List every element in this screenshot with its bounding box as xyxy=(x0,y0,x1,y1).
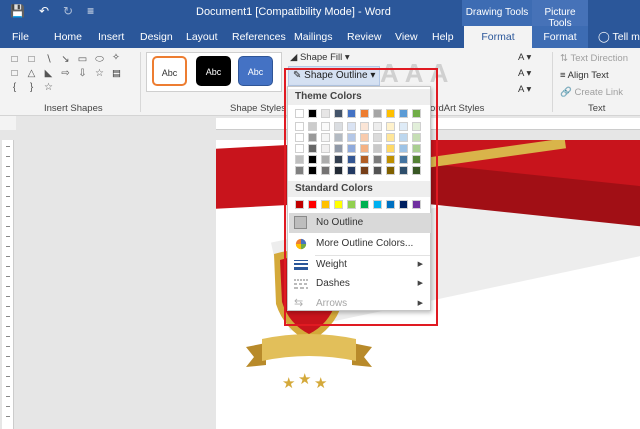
shape-styles-group-label: Shape Styles xyxy=(230,103,286,114)
ruler-tick xyxy=(6,306,10,307)
gold-ribbon-banner xyxy=(246,334,372,367)
tab-references[interactable]: References xyxy=(232,26,286,48)
undo-icon[interactable]: ↶ xyxy=(39,4,49,18)
text-effects-icon[interactable]: A ▾ xyxy=(518,84,531,95)
ruler-tick xyxy=(6,246,10,247)
tab-format-drawing[interactable]: Format xyxy=(464,26,532,48)
annotation-highlight xyxy=(284,68,438,326)
ruler-tick xyxy=(6,176,10,177)
brace-shape-icon[interactable]: { xyxy=(8,82,21,93)
vertical-textbox-shape-icon[interactable]: □ xyxy=(25,54,38,65)
star-small-shape-icon[interactable]: ☆ xyxy=(42,82,55,93)
rectangle-shape-icon[interactable]: ▭ xyxy=(76,54,89,65)
star-icon: ★ xyxy=(282,375,296,392)
create-link-button[interactable]: 🔗 Create Link xyxy=(560,87,623,98)
save-icon[interactable]: 💾 xyxy=(10,4,25,18)
ruler-tick xyxy=(6,256,10,257)
oval-shape-icon[interactable]: ⬭ xyxy=(93,54,106,65)
ruler-tick xyxy=(6,156,10,157)
text-outline-icon[interactable]: A ▾ xyxy=(518,68,531,79)
text-group-label: Text xyxy=(588,103,606,114)
ruler-tick xyxy=(6,326,10,327)
ruler-tick xyxy=(6,416,10,417)
align-text-button[interactable]: ≡ Align Text xyxy=(560,70,609,81)
redo-icon[interactable]: ↻ xyxy=(63,4,73,18)
star-icon: ★ xyxy=(314,375,328,392)
tab-insert[interactable]: Insert xyxy=(98,26,124,48)
textbox-shape-icon[interactable]: □ xyxy=(8,54,21,65)
vertical-ruler xyxy=(2,140,14,429)
ruler-tick xyxy=(6,386,10,387)
ruler-tab-selector[interactable] xyxy=(0,116,16,130)
ruler-tick xyxy=(6,166,10,167)
tab-view[interactable]: View xyxy=(395,26,418,48)
ruler-tick xyxy=(6,286,10,287)
title-bar: 💾 ↶ ↻ ≡ Document1 [Compatibility Mode] -… xyxy=(0,0,640,29)
shapes-gallery[interactable]: □ □ ∖ ↘ ▭ ⬭ □ △ ◣ ⇨ ⇩ ☆ { } ☆ xyxy=(8,54,108,93)
shape-style-black[interactable]: Abc xyxy=(196,56,231,86)
shape-style-blue[interactable]: Abc xyxy=(238,56,273,86)
ruler-tick xyxy=(6,316,10,317)
ruler-tick xyxy=(6,296,10,297)
ruler-tick xyxy=(6,346,10,347)
line-shape-icon[interactable]: ∖ xyxy=(42,54,55,65)
ruler-tick xyxy=(6,396,10,397)
ruler-tick xyxy=(6,226,10,227)
ruler-tick xyxy=(6,366,10,367)
quick-access-toolbar: 💾 ↶ ↻ ≡ xyxy=(10,4,94,18)
tab-help[interactable]: Help xyxy=(432,26,454,48)
ribbon-tabs: File Home Insert Design Layout Reference… xyxy=(0,26,640,48)
tell-me-search[interactable]: ◯ Tell m xyxy=(598,26,640,48)
square-shape-icon[interactable]: □ xyxy=(8,68,21,79)
paint-bucket-icon: ◢ xyxy=(290,52,298,63)
separator xyxy=(140,52,141,112)
ruler-tick xyxy=(6,186,10,187)
tab-mailings[interactable]: Mailings xyxy=(294,26,333,48)
edit-shape-icon[interactable]: ✧ xyxy=(112,52,120,63)
down-arrow-shape-icon[interactable]: ⇩ xyxy=(76,68,89,79)
ruler-tick xyxy=(6,236,10,237)
bracket-shape-icon[interactable]: } xyxy=(25,82,38,93)
ruler-tick xyxy=(6,266,10,267)
insert-shapes-group-label: Insert Shapes xyxy=(44,103,103,114)
ruler-tick xyxy=(6,406,10,407)
document-title: Document1 [Compatibility Mode] - Word xyxy=(196,6,391,18)
separator xyxy=(552,52,553,112)
arrow-line-shape-icon[interactable]: ↘ xyxy=(59,54,72,65)
ruler-tick xyxy=(6,196,10,197)
tab-review[interactable]: Review xyxy=(347,26,381,48)
ruler-tick xyxy=(6,216,10,217)
tab-file[interactable]: File xyxy=(12,26,29,48)
ruler-tick xyxy=(6,376,10,377)
tab-format-picture[interactable]: Format xyxy=(532,26,588,48)
drawing-tools-header: Drawing Tools xyxy=(462,0,532,26)
triangle-shape-icon[interactable]: △ xyxy=(25,68,38,79)
ruler-tick xyxy=(6,276,10,277)
draw-textbox-icon[interactable]: ▤ xyxy=(112,68,121,79)
star-shape-icon[interactable]: ☆ xyxy=(93,68,106,79)
text-direction-button[interactable]: ⇅ Text Direction xyxy=(560,53,628,64)
star-icon: ★ xyxy=(298,371,312,388)
tab-layout[interactable]: Layout xyxy=(186,26,218,48)
lightbulb-icon: ◯ xyxy=(598,31,610,43)
wordart-styles-group-label: ordArt Styles xyxy=(430,103,485,114)
customize-qat-icon[interactable]: ≡ xyxy=(87,4,94,18)
right-triangle-shape-icon[interactable]: ◣ xyxy=(42,68,55,79)
text-fill-icon[interactable]: A ▾ xyxy=(518,52,531,63)
shape-style-orange[interactable]: Abc xyxy=(152,56,187,86)
shape-fill-button[interactable]: ◢ Shape Fill ▾ xyxy=(290,52,350,63)
tab-design[interactable]: Design xyxy=(140,26,173,48)
ruler-tick xyxy=(6,336,10,337)
ruler-tick xyxy=(6,356,10,357)
right-arrow-shape-icon[interactable]: ⇨ xyxy=(59,68,72,79)
picture-tools-header: Picture Tools xyxy=(532,0,588,29)
ruler-tick xyxy=(6,206,10,207)
ruler-tick xyxy=(6,146,10,147)
tab-home[interactable]: Home xyxy=(54,26,82,48)
